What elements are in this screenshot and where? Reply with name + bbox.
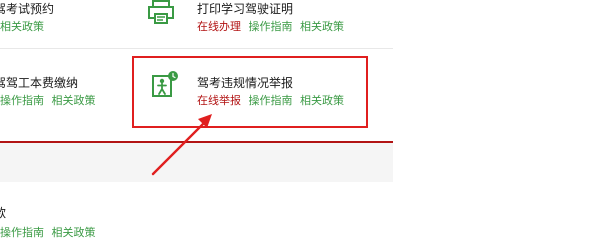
service-links-row3: 操作指南 相关政策 (0, 226, 100, 239)
link-related-policy[interactable]: 相关政策 (300, 20, 344, 33)
link-operation-guide[interactable]: 操作指南 (0, 226, 44, 239)
link-related-policy[interactable]: 相关政策 (52, 226, 96, 239)
arrow-up-right-icon (150, 112, 215, 181)
printer-icon (147, 0, 175, 24)
service-title-fee-payment[interactable]: 驾驾工本费缴纳 (0, 76, 78, 90)
link-operation-guide[interactable]: 操作指南 (0, 94, 44, 107)
service-title-row3[interactable]: 款 (0, 206, 6, 220)
link-online-handle[interactable]: 在线办理 (197, 20, 241, 33)
link-related-policy[interactable]: 相关政策 (0, 20, 44, 33)
service-links-fee-payment: 操作指南 相关政策 (0, 94, 100, 107)
service-title-print-certificate[interactable]: 打印学习驾驶证明 (197, 2, 293, 16)
link-related-policy[interactable]: 相关政策 (52, 94, 96, 107)
link-operation-guide[interactable]: 操作指南 (249, 20, 293, 33)
services-screen: 驾考试预约 相关政策 打印学习驾驶证明 在线办理 操作指南 相关政策 驾驾工本费… (0, 0, 600, 241)
service-links-exam-booking: 相关政策 (0, 20, 48, 33)
service-links-print-certificate: 在线办理 操作指南 相关政策 (197, 20, 348, 33)
row-divider (0, 48, 393, 49)
service-title-exam-booking[interactable]: 驾考试预约 (0, 2, 54, 16)
